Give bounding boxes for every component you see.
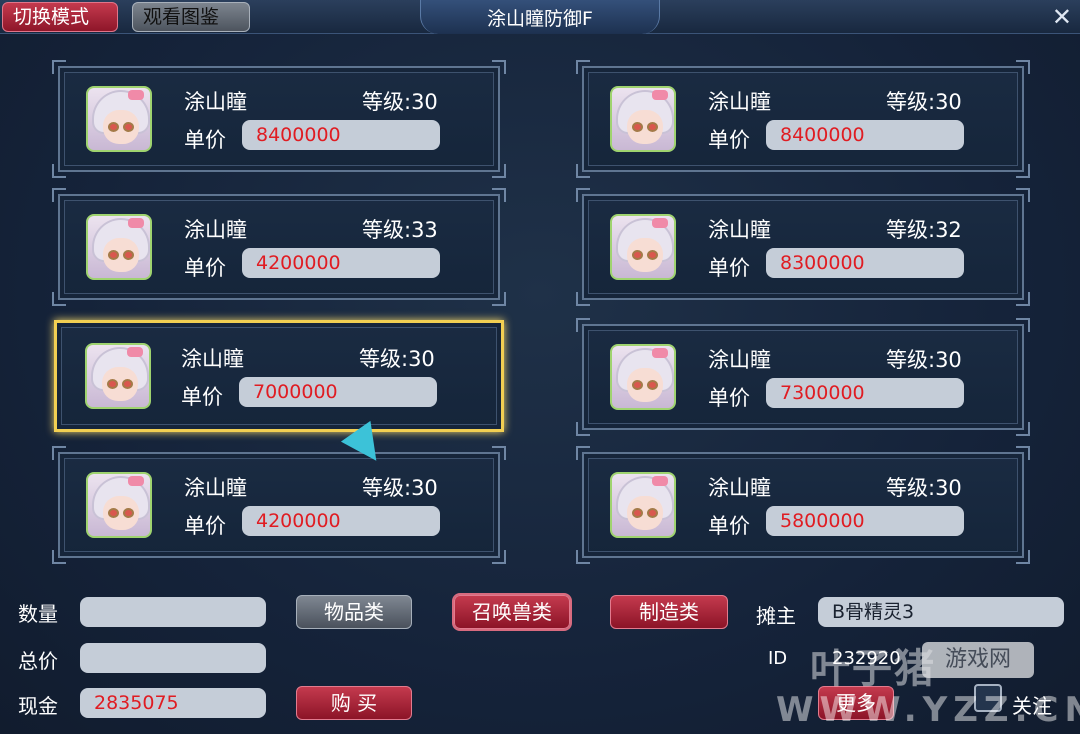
cash-field: 2835075 xyxy=(80,688,266,718)
listing-card-2[interactable]: 涂山瞳 等级:30 单价 8400000 xyxy=(576,60,1030,178)
pet-level: 等级:30 xyxy=(886,476,962,500)
pet-avatar xyxy=(610,344,676,410)
price-value: 4200000 xyxy=(242,248,440,278)
price-value: 8400000 xyxy=(242,120,440,150)
listing-card-1[interactable]: 涂山瞳 等级:30 单价 8400000 xyxy=(52,60,506,178)
price-label: 单价 xyxy=(708,256,750,280)
watermark-site-badge: 游戏网 xyxy=(922,642,1034,678)
pet-avatar xyxy=(610,86,676,152)
price-value: 7000000 xyxy=(239,377,437,407)
pet-avatar xyxy=(610,214,676,280)
pet-name: 涂山瞳 xyxy=(181,347,244,371)
pet-level: 等级:30 xyxy=(362,90,438,114)
price-value: 8400000 xyxy=(766,120,964,150)
items-category-button[interactable]: 物品类 xyxy=(296,595,412,629)
pet-avatar xyxy=(610,472,676,538)
pet-avatar xyxy=(86,472,152,538)
price-label: 单价 xyxy=(184,128,226,152)
cash-label: 现金 xyxy=(18,694,58,718)
pet-name: 涂山瞳 xyxy=(708,476,771,500)
total-price-field xyxy=(80,643,266,673)
pet-level: 等级:30 xyxy=(359,347,435,371)
price-label: 单价 xyxy=(181,385,223,409)
pet-avatar xyxy=(86,86,152,152)
pet-level: 等级:30 xyxy=(886,90,962,114)
price-label: 单价 xyxy=(184,256,226,280)
watermark-logo: 叶子猪 xyxy=(810,646,936,692)
listing-card-8[interactable]: 涂山瞳 等级:30 单价 5800000 xyxy=(576,446,1030,564)
summon-beasts-category-button[interactable]: 召唤兽类 xyxy=(454,595,570,629)
price-value: 7300000 xyxy=(766,378,964,408)
pet-name: 涂山瞳 xyxy=(184,218,247,242)
pet-avatar xyxy=(86,214,152,280)
listing-card-6[interactable]: 涂山瞳 等级:30 单价 7300000 xyxy=(576,318,1030,436)
quantity-label: 数量 xyxy=(18,602,58,626)
watermark: 叶子猪 游戏网 WWW.YZZ.CN xyxy=(772,634,1080,730)
pet-name: 涂山瞳 xyxy=(708,90,771,114)
buy-button[interactable]: 购 买 xyxy=(296,686,412,720)
price-value: 4200000 xyxy=(242,506,440,536)
view-catalog-button[interactable]: 观看图鉴 xyxy=(132,2,250,32)
pet-name: 涂山瞳 xyxy=(708,348,771,372)
pet-level: 等级:30 xyxy=(362,476,438,500)
pet-level: 等级:30 xyxy=(886,348,962,372)
pet-name: 涂山瞳 xyxy=(184,476,247,500)
crafting-category-button[interactable]: 制造类 xyxy=(610,595,728,629)
price-label: 单价 xyxy=(708,514,750,538)
window-title: 涂山瞳防御F xyxy=(487,8,593,30)
listing-card-5[interactable]: 涂山瞳 等级:30 单价 7000000 xyxy=(54,320,504,432)
price-label: 单价 xyxy=(708,128,750,152)
switch-mode-button[interactable]: 切换模式 xyxy=(2,2,118,32)
watermark-url: WWW.YZZ.CN xyxy=(776,690,1080,730)
price-label: 单价 xyxy=(708,386,750,410)
seller-label: 摊主 xyxy=(756,604,796,628)
pet-level: 等级:33 xyxy=(362,218,438,242)
listing-card-4[interactable]: 涂山瞳 等级:32 单价 8300000 xyxy=(576,188,1030,306)
quantity-input[interactable] xyxy=(80,597,266,627)
total-price-label: 总价 xyxy=(18,649,58,673)
pet-avatar xyxy=(85,343,151,409)
seller-name-field: B骨精灵3 xyxy=(818,597,1064,627)
close-icon[interactable]: ✕ xyxy=(1052,3,1072,31)
price-value: 5800000 xyxy=(766,506,964,536)
price-value: 8300000 xyxy=(766,248,964,278)
listing-card-3[interactable]: 涂山瞳 等级:33 单价 4200000 xyxy=(52,188,506,306)
pet-name: 涂山瞳 xyxy=(184,90,247,114)
pet-name: 涂山瞳 xyxy=(708,218,771,242)
pet-level: 等级:32 xyxy=(886,218,962,242)
price-label: 单价 xyxy=(184,514,226,538)
listing-card-7[interactable]: 涂山瞳 等级:30 单价 4200000 xyxy=(52,446,506,564)
